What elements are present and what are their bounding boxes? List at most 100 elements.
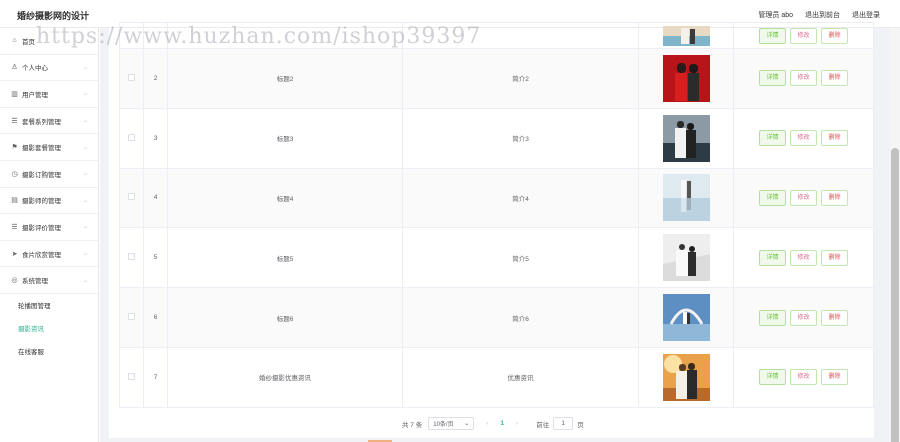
row-checkbox[interactable] (128, 133, 135, 141)
photo-car-couple[interactable] (662, 114, 710, 162)
row-index: 7 (143, 346, 168, 408)
sidebar-item-label: 首页 (22, 38, 35, 46)
edit-button[interactable]: 修改 (790, 130, 817, 147)
sidebar-item[interactable]: ▥ 用户管理 ⌄ (0, 81, 98, 108)
list-icon: ☰ (11, 117, 18, 125)
detail-button[interactable]: 详情 (759, 309, 786, 326)
sidebar-item[interactable]: ⌂ 首页 (0, 28, 98, 55)
bar-chart-icon: ▥ (11, 90, 18, 98)
row-title: 标题3 (167, 107, 403, 169)
sidebar-item[interactable]: ➤ 食片欣赏管理 ⌄ (0, 241, 98, 268)
delete-button[interactable]: 删除 (821, 130, 848, 147)
row-title: 婚纱摄影优惠资讯 (167, 346, 403, 408)
sidebar-item-label: 摄影订购管理 (22, 171, 61, 179)
send-icon: ➤ (11, 250, 18, 258)
row-intro: 优惠资讯 (402, 346, 639, 408)
edit-button[interactable]: 修改 (790, 70, 817, 87)
app-title: 婚纱摄影网的设计 (17, 11, 90, 21)
table-row: 6 标题6 简介6 详情 修改 删除 (119, 287, 874, 348)
flag-icon: ⚑ (11, 144, 18, 152)
chevron-down-icon: ⌄ (82, 251, 88, 258)
sidebar-subitem[interactable]: 摄影资讯 (0, 317, 98, 340)
table-card: 详情 修改 删除 2 标题2 简介2 详情 修改 删除 3 标题3 简介3 详情 修改 删除 4 标题4 简介4… (109, 22, 874, 438)
sidebar-item-label: 用户管理 (22, 91, 48, 99)
row-checkbox[interactable] (128, 313, 135, 321)
chevron-down-icon: ⌄ (82, 118, 88, 125)
edit-button[interactable]: 修改 (790, 369, 817, 386)
scrollbar-track[interactable] (890, 28, 900, 442)
goto-label: 前往 (536, 421, 550, 429)
goto-input[interactable]: 1 (553, 417, 574, 430)
row-checkbox[interactable] (128, 372, 135, 380)
header-actions: 管理员 abo 退出到前台 退出登录 (758, 10, 880, 20)
photo-red-couple[interactable] (662, 54, 710, 102)
sidebar-item-label: 摄影师的管理 (22, 198, 61, 206)
edit-button[interactable]: 修改 (790, 249, 817, 266)
chevron-down-icon: ⌄ (82, 277, 88, 284)
sidebar: ⌂ 首页 ♙ 个人中心 ⌄ ▥ 用户管理 ⌄ ☰ 套餐系列管理 ⌄ ⚑ 摄影套餐管理 ⌄ ◷ 摄影订购管理 ⌄ ▤… (0, 28, 99, 442)
row-checkbox[interactable] (128, 253, 135, 261)
table-row: 5 标题5 简介5 详情 修改 删除 (119, 227, 874, 289)
home-icon: ⌂ (12, 37, 17, 45)
logout-link[interactable]: 退出登录 (852, 10, 880, 20)
sidebar-item-label: 食片欣赏管理 (22, 251, 61, 259)
sidebar-item[interactable]: ▤ 摄影师的管理 ⌄ (0, 188, 98, 215)
edit-button[interactable]: 修改 (790, 189, 817, 206)
row-checkbox[interactable] (128, 73, 135, 81)
edit-button[interactable]: 修改 (790, 27, 817, 44)
table-row: 2 标题2 简介2 详情 修改 删除 (119, 48, 874, 109)
delete-button[interactable]: 删除 (821, 70, 848, 87)
chevron-down-icon: ⌄ (82, 64, 88, 71)
sidebar-item[interactable]: ☰ 套餐系列管理 ⌄ (0, 108, 98, 135)
detail-button[interactable]: 详情 (759, 27, 786, 44)
delete-button[interactable]: 删除 (821, 309, 848, 326)
sidebar-subitem[interactable]: 在线客服 (0, 340, 98, 363)
detail-button[interactable]: 详情 (759, 189, 786, 206)
next-page-icon[interactable]: › (516, 420, 518, 427)
sidebar-item-label: 摄影评价管理 (22, 224, 61, 232)
detail-button[interactable]: 详情 (759, 130, 786, 147)
page-size-select[interactable]: 10条/页 ⌄ (428, 417, 475, 430)
photo-blue-arch[interactable] (662, 294, 710, 342)
detail-button[interactable]: 详情 (759, 249, 786, 266)
prev-page-icon[interactable]: ‹ (486, 420, 488, 427)
sidebar-item[interactable]: ◎ 系统管理 ⌄ (0, 267, 98, 294)
to-front-link[interactable]: 退出到前台 (805, 10, 840, 20)
current-page[interactable]: 1 (500, 420, 504, 427)
sidebar-item-label: 套餐系列管理 (22, 118, 61, 126)
page-size-value: 10条/页 (433, 422, 454, 428)
row-checkbox[interactable] (128, 193, 135, 201)
table-row: 7 婚纱摄影优惠资讯 优惠资讯 详情 修改 删除 (119, 346, 874, 408)
photo-water-couple[interactable] (662, 174, 710, 222)
delete-button[interactable]: 删除 (821, 369, 848, 386)
detail-button[interactable]: 详情 (759, 70, 786, 87)
row-title: 标题2 (167, 48, 403, 109)
chevron-down-icon: ⌄ (82, 197, 88, 204)
row-intro: 简介6 (402, 287, 639, 348)
delete-button[interactable]: 删除 (821, 189, 848, 206)
sidebar-subitem[interactable]: 轮播图管理 (0, 294, 98, 317)
row-title: 标题5 (167, 227, 403, 289)
sidebar-item-label: 摄影套餐管理 (22, 145, 61, 153)
sidebar-item[interactable]: ◷ 摄影订购管理 ⌄ (0, 161, 98, 188)
row-title: 标题4 (167, 167, 403, 229)
delete-button[interactable]: 删除 (821, 27, 848, 44)
pagination: 共 7 条 10条/页 ⌄ ‹ 1 › 前往 1 页 (402, 417, 584, 430)
table-row: 4 标题4 简介4 详情 修改 删除 (119, 167, 874, 229)
photo-sunset-couple[interactable] (662, 353, 710, 401)
delete-button[interactable]: 删除 (821, 249, 848, 266)
sidebar-item[interactable]: ☰ 摄影评价管理 ⌄ (0, 214, 98, 241)
photo-white-room[interactable] (662, 234, 710, 282)
admin-label: 管理员 abo (758, 12, 793, 19)
detail-button[interactable]: 详情 (759, 369, 786, 386)
sidebar-item[interactable]: ⚑ 摄影套餐管理 ⌄ (0, 134, 98, 161)
row-intro: 简介5 (402, 227, 639, 289)
menu-icon: ☰ (11, 223, 18, 231)
sidebar-item[interactable]: ♙ 个人中心 ⌄ (0, 55, 98, 82)
scrollbar-thumb[interactable] (891, 148, 899, 442)
photo-beach-couple[interactable] (662, 25, 710, 46)
edit-button[interactable]: 修改 (790, 309, 817, 326)
settings-icon: ◎ (11, 277, 18, 285)
chevron-down-icon: ⌄ (82, 91, 88, 98)
row-intro: 简介2 (402, 48, 639, 109)
